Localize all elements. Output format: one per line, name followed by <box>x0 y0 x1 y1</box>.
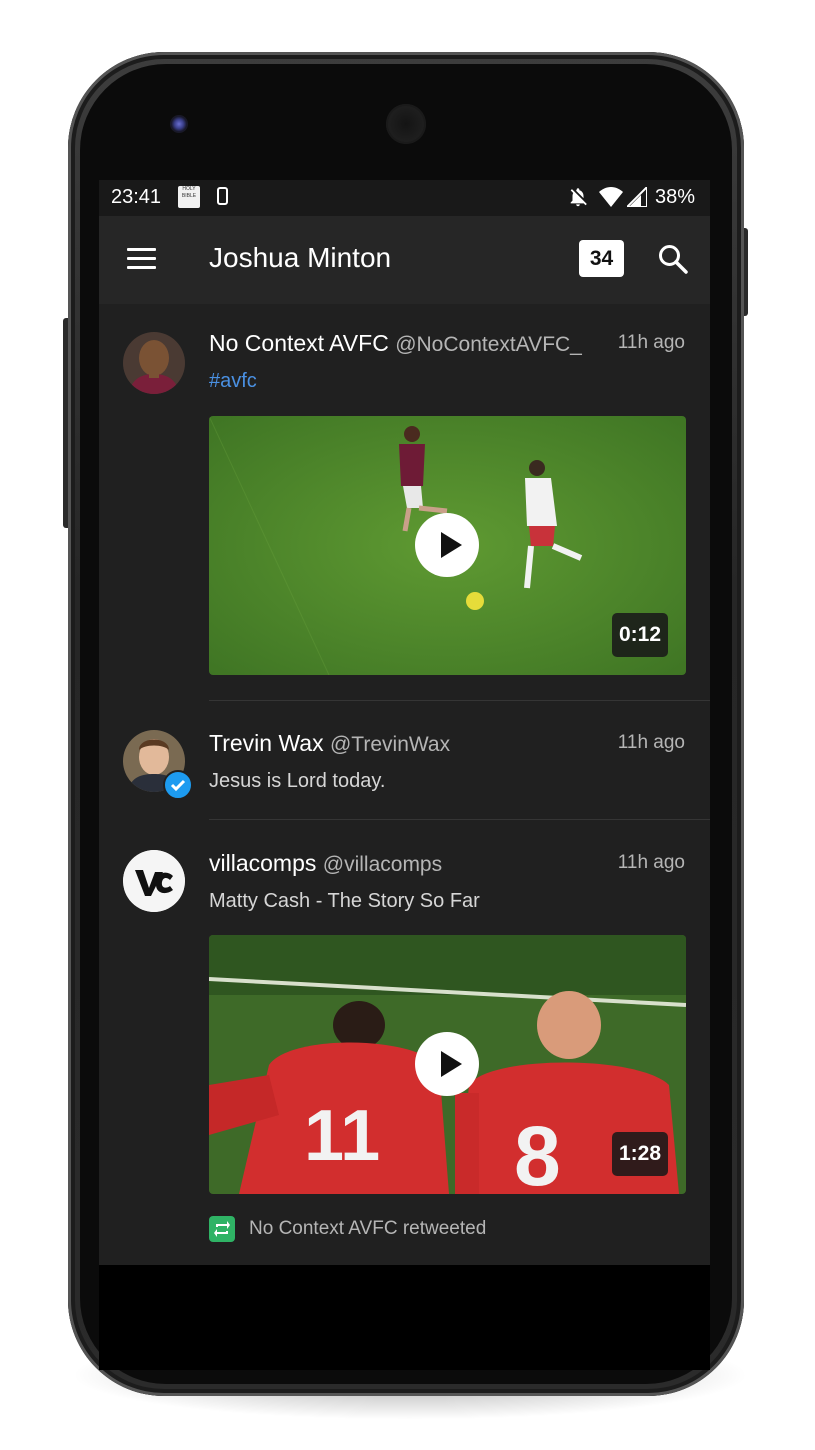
battery-level: 38% <box>655 186 696 208</box>
play-icon[interactable] <box>415 513 479 577</box>
app-title: Joshua Minton <box>209 242 392 273</box>
tweet-author[interactable]: Trevin Wax @TrevinWax <box>209 730 450 757</box>
tweet-text: Jesus is Lord today. <box>209 770 386 792</box>
verified-icon <box>163 770 193 800</box>
notifications-off-icon <box>570 188 587 207</box>
tweet-handle: @TrevinWax <box>329 733 451 756</box>
retweet-indicator: No Context AVFC retweeted <box>209 1216 486 1242</box>
front-camera <box>170 115 188 133</box>
status-bar: 23:41 HOLY BIBLE 38% <box>99 180 710 216</box>
avatar[interactable] <box>123 850 185 912</box>
signal-icon <box>627 187 647 207</box>
earpiece-speaker <box>386 104 426 144</box>
bottom-bezel <box>99 1265 710 1370</box>
video-duration: 1:28 <box>611 1132 668 1176</box>
avatar[interactable] <box>123 332 185 394</box>
retweet-icon <box>209 1216 235 1242</box>
svg-text:8: 8 <box>514 1109 561 1194</box>
villacomps-logo-icon <box>123 850 185 912</box>
app-bar: Joshua Minton 34 <box>99 216 710 304</box>
tweet-hashtag[interactable]: #avfc <box>209 370 257 393</box>
play-icon[interactable] <box>415 1032 479 1096</box>
tweet-video[interactable]: 0:12 <box>209 416 686 675</box>
tweet-video[interactable]: 11 8 1:28 <box>209 935 686 1194</box>
tweet-time: 11h ago <box>617 332 685 353</box>
menu-icon[interactable] <box>127 248 157 272</box>
tweet-time: 11h ago <box>617 852 685 873</box>
retweet-label: No Context AVFC retweeted <box>249 1218 487 1240</box>
tweet-card[interactable]: villacomps @villacomps 11h ago Matty Cas… <box>99 822 710 1265</box>
bible-app-icon: HOLY BIBLE <box>178 186 200 208</box>
tweet-time: 11h ago <box>617 732 685 753</box>
search-icon[interactable] <box>657 243 689 275</box>
divider <box>209 700 710 701</box>
tweet-handle: @villacomps <box>322 853 443 876</box>
tweet-card[interactable]: No Context AVFC @NoContextAVFC_ 11h ago … <box>99 304 710 702</box>
unread-count-badge[interactable]: 34 <box>579 240 624 277</box>
tweet-handle: @NoContextAVFC_ <box>395 333 582 356</box>
tweet-author[interactable]: No Context AVFC @NoContextAVFC_ <box>209 330 582 357</box>
divider <box>209 819 710 820</box>
svg-text:11: 11 <box>304 1096 380 1176</box>
screen: 23:41 HOLY BIBLE 38% Joshua Minton 34 No… <box>99 180 710 1265</box>
tweet-card[interactable]: Trevin Wax @TrevinWax 11h ago Jesus is L… <box>99 702 710 822</box>
tweet-author[interactable]: villacomps @villacomps <box>209 850 442 877</box>
avatar-image <box>123 332 185 394</box>
phone-icon <box>217 187 228 205</box>
video-duration: 0:12 <box>611 613 668 657</box>
tweet-text: Matty Cash - The Story So Far <box>209 890 480 912</box>
status-time: 23:41 <box>111 186 162 208</box>
wifi-icon <box>599 187 623 207</box>
